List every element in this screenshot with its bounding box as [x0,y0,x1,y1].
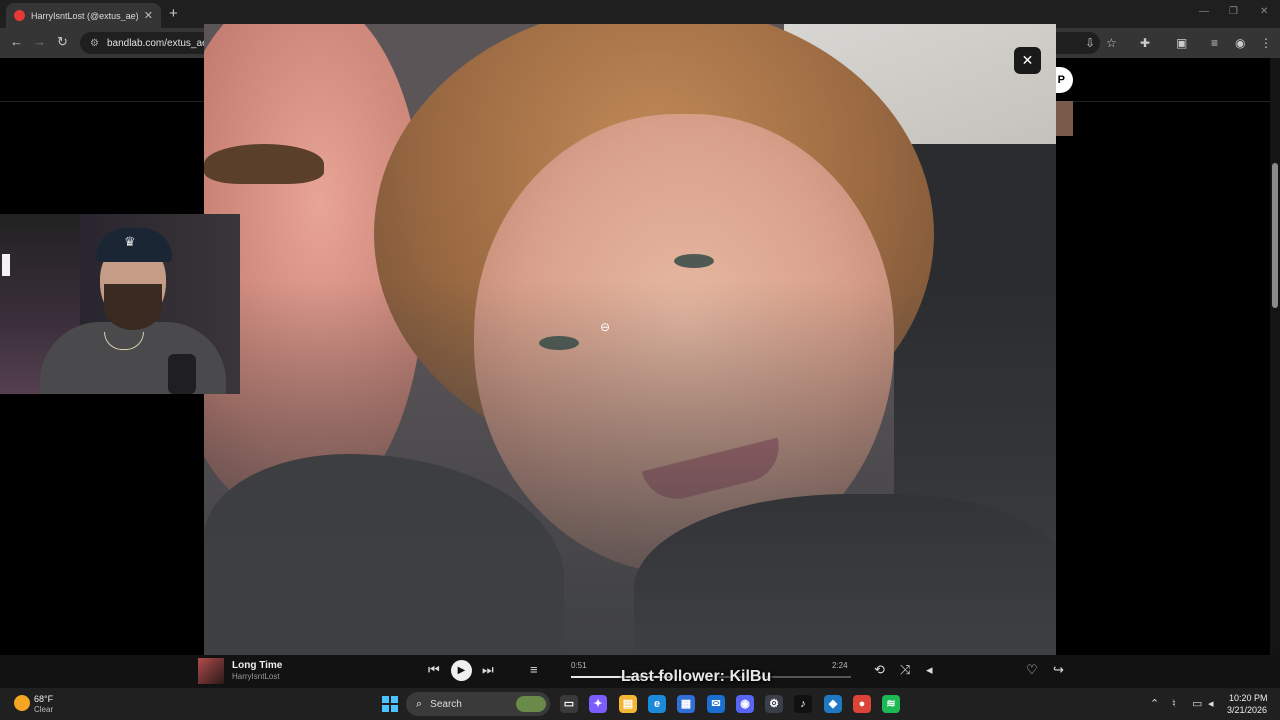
extensions-icon[interactable]: ✚ [1140,36,1150,50]
tray-overflow-chevron-icon[interactable]: ⌃ [1150,697,1159,710]
weather-description[interactable]: Clear [34,705,53,714]
media-controls-icon[interactable]: ≡ [1211,36,1218,50]
outlook-icon[interactable]: ✉ [707,695,725,713]
profile-icon[interactable]: ◉ [1235,36,1245,50]
install-app-icon[interactable]: ⇩ [1085,36,1095,50]
next-track-icon[interactable]: ⏭ [482,662,494,678]
spotify-icon[interactable]: ≋ [882,695,900,713]
minimize-icon[interactable]: — [1199,6,1209,17]
reload-icon[interactable]: ↻ [57,34,68,50]
webcam-person-beard [104,284,162,330]
forward-icon[interactable]: → [33,34,46,49]
file-explorer-icon[interactable]: ▤ [619,695,637,713]
browser-tab-bandlab[interactable]: HarryIsntLost (@extus_ae) • BandLab ✕ [6,3,161,28]
copilot-icon[interactable]: ✦ [589,695,607,713]
previous-track-icon[interactable]: ⏮ [428,662,440,678]
last-follower-overlay: Last follower: KilBu [621,668,772,685]
side-panel-icon[interactable]: ▣ [1176,36,1187,50]
background-image-edge [1055,101,1073,136]
back-icon[interactable]: ← [10,34,23,49]
search-highlight-art [516,696,546,712]
search-label: Search [430,698,462,710]
microphone-icon[interactable]: ♮ [1172,697,1176,710]
window-close-icon[interactable]: ✕ [1260,6,1268,17]
site-info-icon[interactable]: ⚙ [90,38,99,49]
track-title[interactable]: Long Time [232,660,282,671]
vscode-icon[interactable]: ◆ [824,695,842,713]
zoom-out-cursor-icon: ⊖ [600,320,611,334]
clock-date[interactable]: 3/21/2026 [1227,705,1267,715]
speaker-icon[interactable]: ◂ [1208,697,1214,710]
taskbar-search[interactable]: ⌕ Search [406,692,550,716]
screen: HarryIsntLost (@extus_ae) • BandLab ✕ + … [0,0,1280,720]
volume-icon[interactable]: ◂ [926,662,933,678]
bookmark-star-icon[interactable]: ☆ [1106,36,1117,50]
webcam-light [2,254,10,276]
like-heart-icon[interactable]: ♡ [1026,662,1038,678]
duration: 2:24 [832,661,848,670]
current-time: 0:51 [571,661,587,670]
lightbox-photo[interactable]: ⊖ [204,24,1056,662]
weather-temperature[interactable]: 68°F [34,694,53,704]
store-icon[interactable]: ▦ [677,695,695,713]
browser-menu-icon[interactable]: ⋮ [1260,36,1272,50]
clock-time[interactable]: 10:20 PM [1229,693,1268,703]
chrome-icon[interactable]: ● [853,695,871,713]
discord-icon[interactable]: ◉ [736,695,754,713]
tiktok-icon[interactable]: ♪ [794,695,812,713]
page-scrollbar[interactable] [1270,58,1280,688]
crown-logo-icon: ♛ [124,234,136,249]
steam-icon[interactable]: ⚙ [765,695,783,713]
maximize-icon[interactable]: ❐ [1229,6,1238,17]
weather-moon-icon[interactable] [14,695,30,711]
url-text: bandlab.com/extus_ae [106,37,208,49]
bandlab-favicon-icon [14,10,25,21]
track-artist[interactable]: HarryIsntLost [232,672,280,681]
shuffle-icon[interactable]: ⤨ [900,662,910,678]
search-icon: ⌕ [416,697,423,710]
lightbox-close-button[interactable]: ✕ [1014,47,1041,74]
tab-title: HarryIsntLost (@extus_ae) • BandLab [31,10,138,21]
scrollbar-thumb[interactable] [1272,163,1278,308]
repeat-icon[interactable]: ⟲ [874,662,885,678]
start-button-windows-icon[interactable] [382,696,398,712]
edge-icon[interactable]: e [648,695,666,713]
track-artwork[interactable] [198,658,224,684]
tab-close-icon[interactable]: ✕ [144,9,153,22]
webcam-microphone [168,354,196,394]
share-icon[interactable]: ↪ [1053,662,1064,678]
network-icon[interactable]: ▭ [1192,697,1202,710]
windows-taskbar: 68°F Clear ⌕ Search ▭ ✦ ▤ e ▦ ✉ ◉ ⚙ ♪ ◆ ● ≋ ⌃ ♮ ▭ ◂… [0,688,1280,720]
queue-icon[interactable]: ≡ [530,662,538,677]
task-view-icon[interactable]: ▭ [560,695,578,713]
streamer-webcam: ♛ [0,214,240,394]
play-button[interactable]: ▶ [451,660,472,681]
photo-shading [204,24,1056,662]
new-tab-button[interactable]: + [169,5,178,22]
